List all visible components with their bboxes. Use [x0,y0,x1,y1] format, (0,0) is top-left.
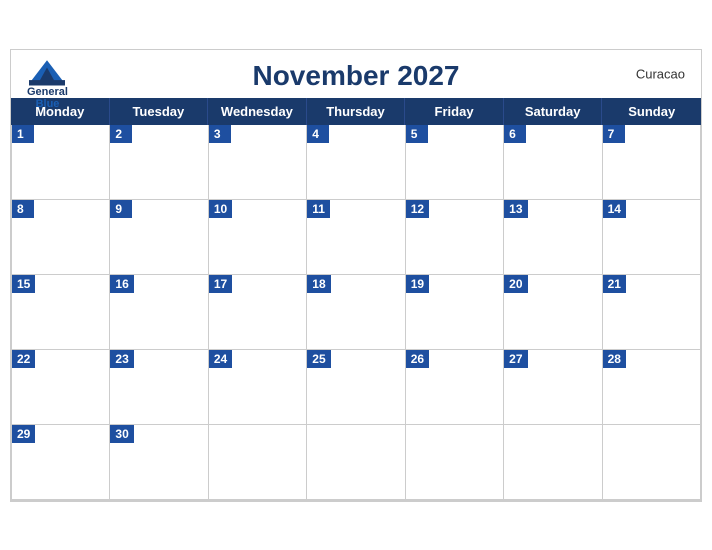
day-number: 26 [406,350,429,368]
day-number: 13 [504,200,527,218]
day-cell: 27 [504,350,602,425]
day-number: 23 [110,350,133,368]
day-number: 17 [209,275,232,293]
day-header-sunday: Sunday [602,98,701,125]
day-cell: 26 [406,350,504,425]
day-number: 5 [406,125,428,143]
day-cell: 25 [307,350,405,425]
logo-blue: Blue [36,98,60,110]
day-cell [603,425,701,500]
day-cell: 9 [110,200,208,275]
day-number: 11 [307,200,330,218]
day-cell: 12 [406,200,504,275]
day-number: 18 [307,275,330,293]
day-header-wednesday: Wednesday [208,98,307,125]
day-number: 8 [12,200,34,218]
day-number: 29 [12,425,35,443]
day-number: 25 [307,350,330,368]
day-cell: 18 [307,275,405,350]
day-number: 3 [209,125,231,143]
day-cell: 19 [406,275,504,350]
day-header-thursday: Thursday [307,98,406,125]
day-cell: 28 [603,350,701,425]
logo-general: General [27,86,68,98]
day-number: 9 [110,200,132,218]
day-cell: 7 [603,125,701,200]
day-number: 7 [603,125,625,143]
day-number: 30 [110,425,133,443]
day-header-tuesday: Tuesday [110,98,209,125]
day-cell: 30 [110,425,208,500]
day-cell: 3 [209,125,307,200]
day-cell: 5 [406,125,504,200]
day-number: 14 [603,200,626,218]
day-number: 2 [110,125,132,143]
day-number: 27 [504,350,527,368]
day-header-saturday: Saturday [504,98,603,125]
day-cell: 13 [504,200,602,275]
day-cell [406,425,504,500]
day-cell: 11 [307,200,405,275]
country-label: Curacao [636,66,685,81]
calendar-header: General Blue November 2027 Curacao [11,50,701,98]
day-number: 10 [209,200,232,218]
day-number: 12 [406,200,429,218]
day-cell: 22 [12,350,110,425]
day-number: 16 [110,275,133,293]
day-number: 15 [12,275,35,293]
day-cell: 4 [307,125,405,200]
day-cell: 15 [12,275,110,350]
day-cell: 24 [209,350,307,425]
day-number: 4 [307,125,329,143]
day-cell: 23 [110,350,208,425]
day-cell: 14 [603,200,701,275]
days-header: Monday Tuesday Wednesday Thursday Friday… [11,98,701,125]
day-cell: 16 [110,275,208,350]
day-cell: 2 [110,125,208,200]
day-number: 28 [603,350,626,368]
day-cell: 10 [209,200,307,275]
month-title: November 2027 [27,60,685,92]
day-cell: 29 [12,425,110,500]
day-cell: 20 [504,275,602,350]
day-cell: 6 [504,125,602,200]
day-cell: 17 [209,275,307,350]
calendar-grid: 1234567891011121314151617181920212223242… [11,125,701,501]
day-cell [307,425,405,500]
day-number: 6 [504,125,526,143]
day-number: 24 [209,350,232,368]
day-cell: 21 [603,275,701,350]
day-number: 21 [603,275,626,293]
day-header-friday: Friday [405,98,504,125]
day-number: 19 [406,275,429,293]
day-cell [209,425,307,500]
day-number: 1 [12,125,34,143]
day-cell: 8 [12,200,110,275]
calendar: General Blue November 2027 Curacao Monda… [10,49,702,502]
day-number: 22 [12,350,35,368]
day-cell: 1 [12,125,110,200]
day-number: 20 [504,275,527,293]
logo: General Blue [27,58,68,110]
day-cell [504,425,602,500]
